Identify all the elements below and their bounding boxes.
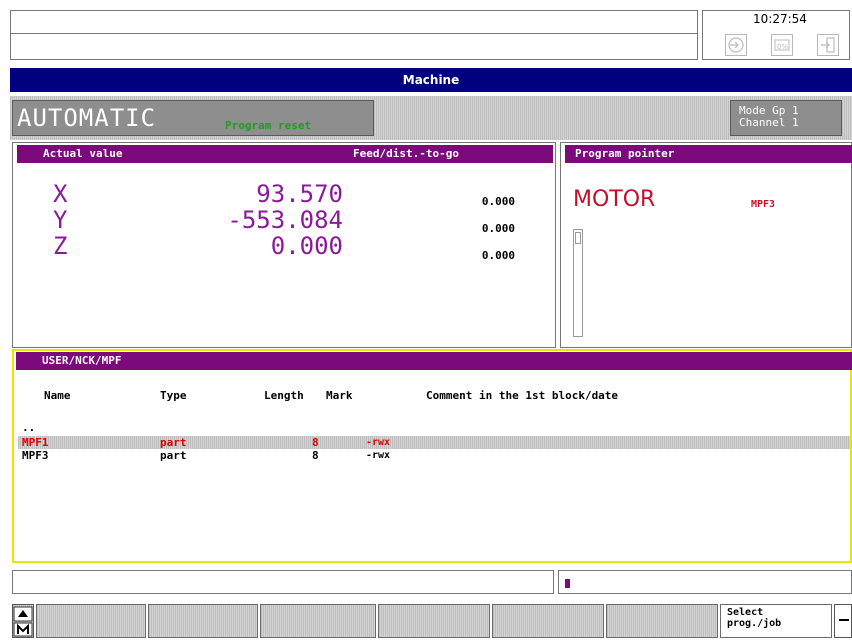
row-name: MPF3: [22, 449, 49, 462]
select-label-line1: Select: [727, 607, 764, 618]
softkey-3[interactable]: [260, 604, 376, 638]
mode-label: AUTOMATIC: [17, 104, 157, 132]
actual-value-title: Actual value: [43, 147, 123, 160]
clock-display: 10:27:54: [753, 12, 807, 26]
text-cursor: [565, 579, 570, 588]
row-name: MPF1: [22, 436, 49, 449]
input-line[interactable]: [558, 570, 852, 594]
column-header-mark: Mark: [326, 389, 353, 402]
feed-dist-title: Feed/dist.-to-go: [353, 147, 459, 160]
dialog-line: [12, 570, 554, 594]
program-file: MPF3: [751, 199, 776, 210]
softkey-2[interactable]: [148, 604, 258, 638]
program-pointer-title: Program pointer: [575, 147, 675, 160]
enter-icon: [725, 34, 747, 56]
directory-header: USER/NCK/MPF: [16, 352, 852, 370]
directory-panel: USER/NCK/MPF Name Type Length Mark Comme…: [12, 349, 852, 563]
program-pointer-panel: Program pointer MOTOR MPF3: [560, 142, 852, 348]
softkey-5[interactable]: [492, 604, 604, 638]
row-mark: -rwx: [366, 450, 391, 461]
row-type: part: [160, 449, 187, 462]
parent-directory-item[interactable]: ..: [22, 421, 35, 434]
axis-name-x: X: [53, 180, 68, 208]
row-type: part: [160, 436, 187, 449]
recall-key[interactable]: [12, 604, 34, 638]
column-header-name: Name: [44, 389, 71, 402]
actual-value-panel: Actual value Feed/dist.-to-go X Y Z 93.5…: [12, 142, 556, 348]
program-pointer-header: Program pointer: [565, 145, 852, 163]
directory-path: USER/NCK/MPF: [42, 354, 122, 367]
softkey-1[interactable]: [36, 604, 146, 638]
dist-to-go-x: 0.000: [481, 195, 515, 208]
scrollbar-thumb[interactable]: [575, 232, 581, 244]
softkey-bar: Select prog./job: [0, 602, 852, 638]
row-length: 8: [312, 436, 319, 449]
actual-value-header: Actual value Feed/dist.-to-go: [17, 145, 553, 163]
axis-value-y: -553.084: [227, 206, 343, 234]
message-line-1: [10, 10, 698, 34]
program-status: Program reset: [225, 119, 312, 132]
svg-text:0%: 0%: [777, 43, 788, 51]
program-scrollbar[interactable]: [573, 229, 583, 337]
softkey-6[interactable]: [606, 604, 718, 638]
mode-box: AUTOMATIC Program reset: [12, 100, 374, 136]
row-mark: -rwx: [366, 437, 391, 448]
row-length: 8: [312, 449, 319, 462]
table-row[interactable]: MPF3 part 8 -rwx: [18, 449, 850, 462]
message-line-2: [10, 34, 698, 60]
mode-bar: AUTOMATIC Program reset Mode Gp 1 Channe…: [10, 96, 852, 140]
area-title-bar: Machine: [10, 68, 852, 92]
softkey-4[interactable]: [378, 604, 490, 638]
program-name: MOTOR: [573, 187, 656, 212]
percent-icon: 0%: [771, 34, 793, 56]
up-arrow-icon: [13, 606, 33, 637]
axis-value-x: 93.570: [256, 180, 343, 208]
column-header-type: Type: [160, 389, 187, 402]
mode-group-box: Mode Gp 1 Channel 1: [730, 100, 842, 136]
axis-value-z: 0.000: [270, 232, 343, 260]
table-row[interactable]: MPF1 part 8 -rwx: [18, 436, 850, 449]
axis-name-z: Z: [53, 232, 68, 260]
exit-icon: [817, 34, 839, 56]
column-header-length: Length: [264, 389, 304, 402]
select-label-line2: prog./job: [727, 618, 782, 629]
axis-name-y: Y: [53, 206, 68, 234]
extend-mark: [839, 619, 849, 621]
column-header-comment: Comment in the 1st block/date: [426, 389, 619, 402]
extend-softkey[interactable]: [834, 604, 852, 638]
channel-label: Channel 1: [739, 116, 799, 129]
dist-to-go-z: 0.000: [481, 249, 515, 262]
status-box: 10:27:54 0%: [702, 10, 850, 60]
dist-to-go-y: 0.000: [481, 222, 515, 235]
area-title: Machine: [402, 73, 460, 87]
select-program-softkey[interactable]: Select prog./job: [720, 604, 832, 638]
